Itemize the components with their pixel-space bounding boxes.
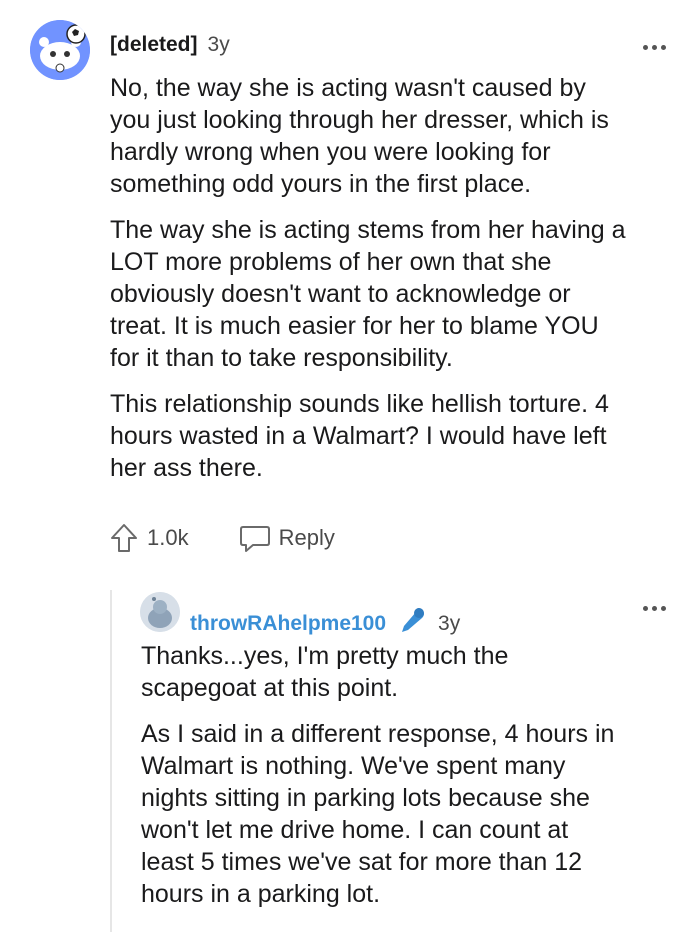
comment-paragraph: This relationship sounds like hellish to… [110, 390, 609, 482]
vote-count: 1.0k [147, 525, 189, 550]
avatar[interactable] [140, 592, 180, 632]
reply-label: Reply [278, 525, 335, 550]
comment-actions: 1.0k Reply [109, 522, 335, 554]
speech-bubble-icon [239, 526, 270, 552]
user-avatar-icon [140, 592, 180, 632]
comment-body: Thanks...yes, I'm pretty much the scapeg… [141, 640, 681, 924]
comment-age: 3y [438, 612, 461, 635]
more-options-button[interactable] [643, 45, 666, 50]
comment-body: No, the way she is acting wasn't caused … [110, 72, 680, 498]
author-name[interactable]: [deleted] [110, 33, 198, 57]
comment-paragraph: Thanks...yes, I'm pretty much the scapeg… [141, 642, 509, 702]
ellipsis-icon [643, 45, 648, 50]
upvote-arrow-icon [111, 524, 137, 552]
comment-age: 3y [207, 33, 230, 56]
author-name[interactable]: throwRAhelpme100 [190, 612, 386, 636]
comment-meta: [deleted] 3y [110, 33, 230, 57]
ellipsis-icon [643, 606, 648, 611]
comment-paragraph: As I said in a different response, 4 hou… [141, 720, 615, 908]
snoo-avatar-icon [30, 20, 90, 80]
comment-paragraph: The way she is acting stems from her hav… [110, 216, 626, 372]
upvote-button[interactable]: 1.0k [109, 522, 189, 554]
comment-paragraph: No, the way she is acting wasn't caused … [110, 74, 609, 198]
microphone-icon [396, 604, 428, 636]
thread-line[interactable] [110, 590, 112, 932]
comment-meta: throwRAhelpme100 3y [190, 598, 460, 636]
reply-button[interactable]: Reply [239, 523, 335, 553]
more-options-button[interactable] [643, 606, 666, 611]
avatar[interactable] [30, 20, 90, 80]
